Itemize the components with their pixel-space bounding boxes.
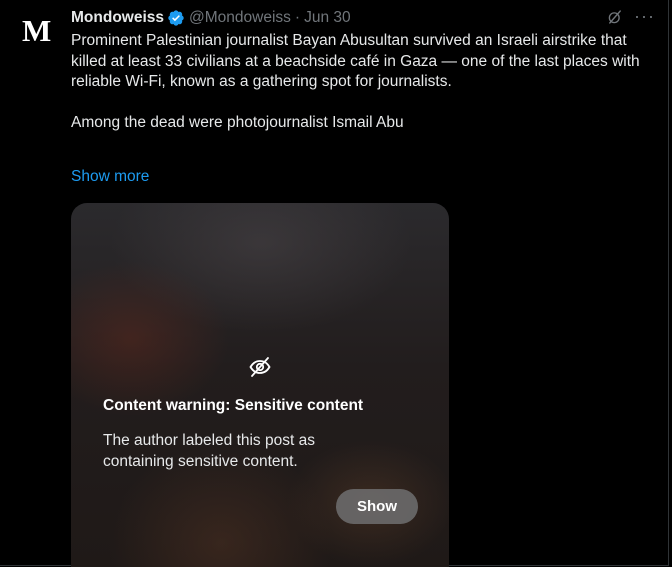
post-card[interactable]: M Mondoweiss @Mondoweiss · Jun 30 ··· Pr… bbox=[0, 0, 669, 567]
more-icon[interactable]: ··· bbox=[634, 7, 654, 27]
post-header: Mondoweiss @Mondoweiss · Jun 30 bbox=[71, 7, 351, 29]
grok-icon[interactable] bbox=[606, 8, 624, 26]
post-text: Prominent Palestinian journalist Bayan A… bbox=[71, 32, 640, 131]
verified-badge-icon bbox=[168, 10, 184, 26]
avatar[interactable]: M bbox=[22, 14, 62, 48]
show-more-link[interactable]: Show more bbox=[71, 168, 149, 186]
separator-dot: · bbox=[294, 9, 301, 26]
show-media-button[interactable]: Show bbox=[336, 489, 418, 524]
author-name[interactable]: Mondoweiss bbox=[71, 9, 164, 27]
eye-slash-icon bbox=[249, 357, 271, 377]
author-handle[interactable]: @Mondoweiss bbox=[189, 9, 291, 27]
content-warning-title: Content warning: Sensitive content bbox=[103, 397, 364, 414]
sensitive-media[interactable]: Content warning: Sensitive content The a… bbox=[71, 203, 449, 567]
post-date[interactable]: Jun 30 bbox=[304, 9, 351, 27]
content-warning-text: The author labeled this post as containi… bbox=[103, 432, 315, 470]
